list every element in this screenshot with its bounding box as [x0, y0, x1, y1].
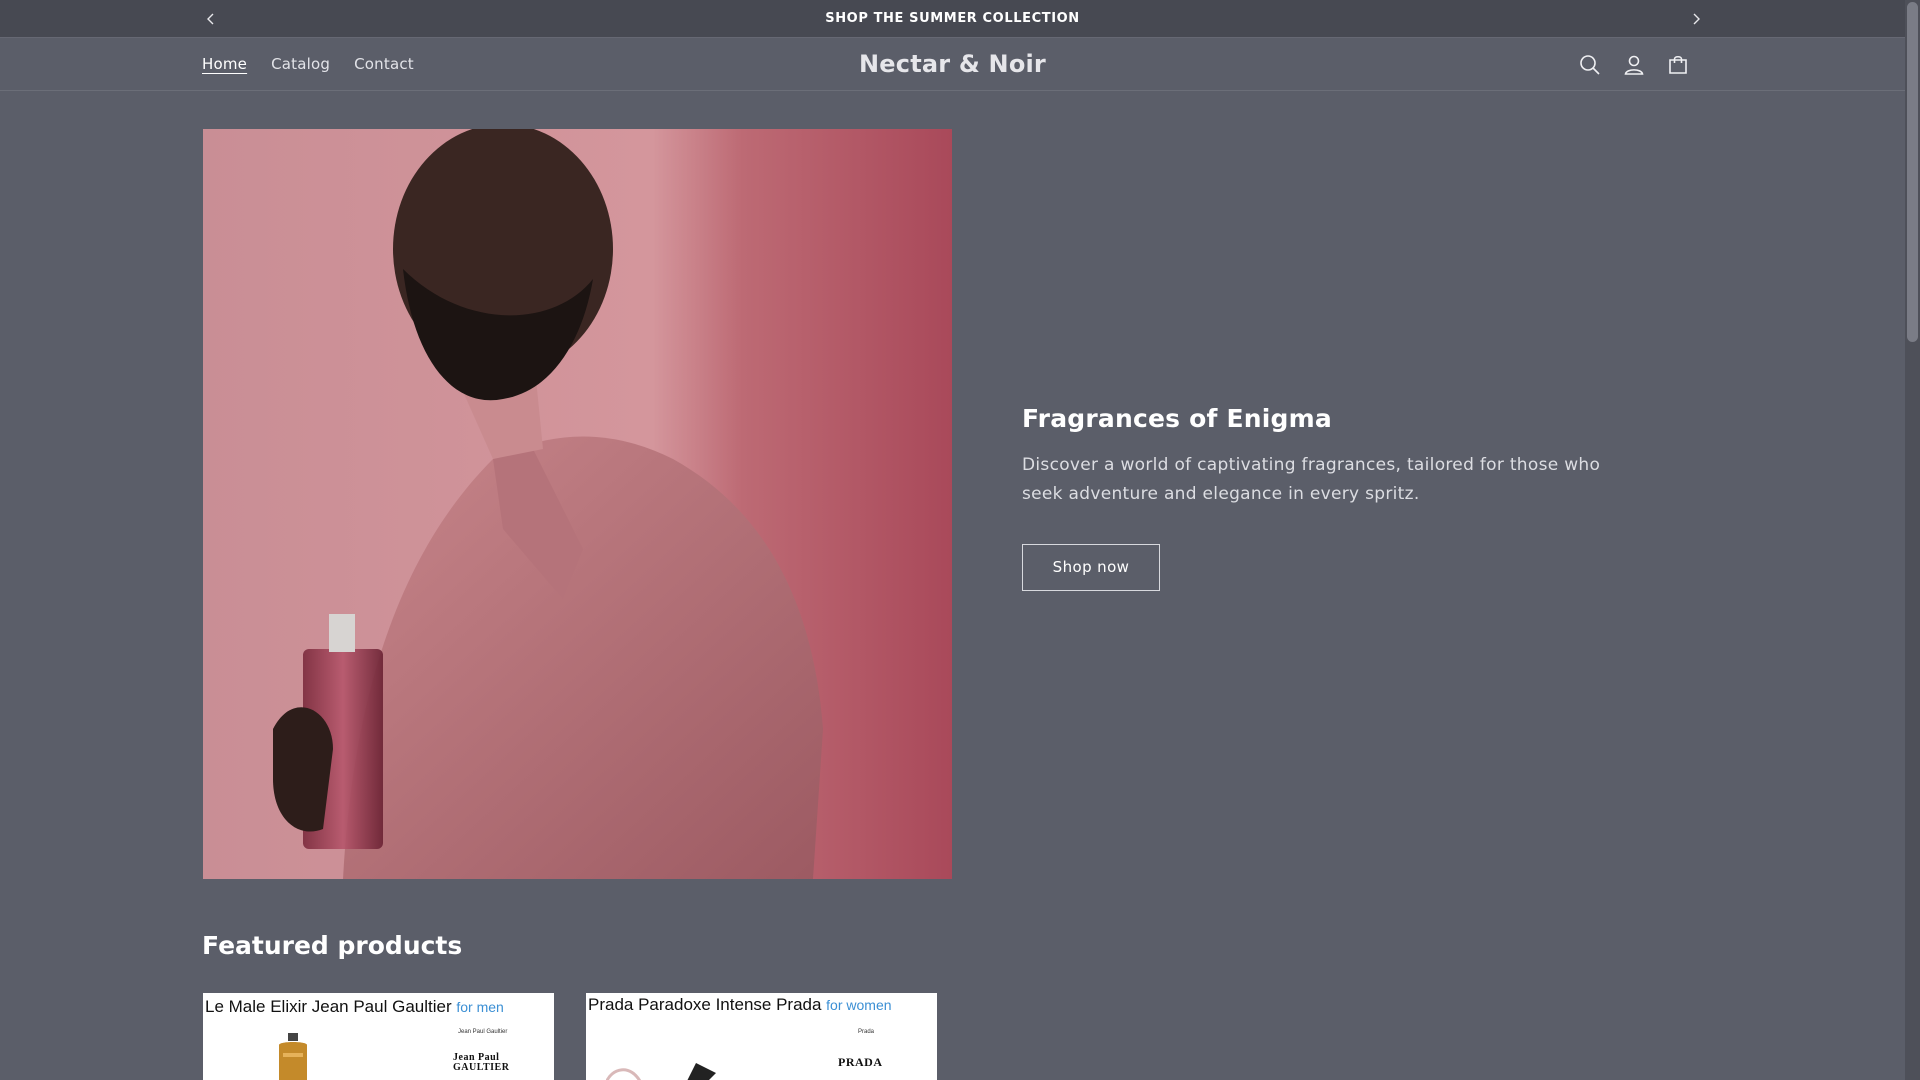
search-button[interactable] — [1578, 53, 1602, 77]
product-name: Le Male Elixir Jean Paul Gaultier — [205, 997, 452, 1016]
announcement-bar: SHOP THE SUMMER COLLECTION — [0, 0, 1905, 38]
hero-title: Fragrances of Enigma — [1022, 404, 1332, 433]
announcement-text[interactable]: SHOP THE SUMMER COLLECTION — [825, 11, 1080, 26]
shop-now-button[interactable]: Shop now — [1022, 544, 1160, 591]
announcement-next-button[interactable] — [1685, 8, 1707, 30]
account-icon — [1624, 55, 1644, 75]
product-image — [279, 1033, 307, 1080]
hero-content: Fragrances of Enigma Discover a world of… — [1022, 404, 1622, 591]
chevron-right-icon — [1693, 13, 1700, 25]
product-title[interactable]: Prada Paradoxe Intense Prada for women — [588, 995, 892, 1015]
product-tag: for women — [826, 997, 892, 1013]
account-button[interactable] — [1622, 53, 1646, 77]
cart-icon — [1669, 55, 1687, 74]
featured-products-title: Featured products — [202, 931, 463, 960]
product-image — [606, 1063, 716, 1080]
announcement-prev-button[interactable] — [200, 8, 222, 30]
product-tag: for men — [456, 999, 504, 1015]
product-name: Prada Paradoxe Intense Prada — [588, 995, 822, 1014]
hero-image — [203, 129, 952, 879]
product-brand: PRADA — [838, 1055, 883, 1069]
search-icon — [1580, 55, 1600, 75]
product-card[interactable]: Prada Paradoxe Intense Prada for women P… — [586, 993, 937, 1080]
cart-button[interactable] — [1666, 53, 1690, 77]
header-icons — [1578, 53, 1690, 77]
product-card[interactable]: Le Male Elixir Jean Paul Gaultier for me… — [203, 993, 554, 1080]
scrollbar-thumb[interactable] — [1907, 2, 1918, 342]
product-brand-small: Prada — [858, 1029, 875, 1035]
product-title[interactable]: Le Male Elixir Jean Paul Gaultier for me… — [205, 997, 504, 1017]
product-brand: Jean Paul GAULTIER — [453, 1052, 510, 1073]
product-brand-small: Jean Paul Gaultier — [458, 1029, 508, 1035]
chevron-left-icon — [207, 13, 214, 25]
site-header: Home Catalog Contact Nectar & Noir — [0, 39, 1905, 91]
hero-description: Discover a world of captivating fragranc… — [1022, 455, 1601, 504]
